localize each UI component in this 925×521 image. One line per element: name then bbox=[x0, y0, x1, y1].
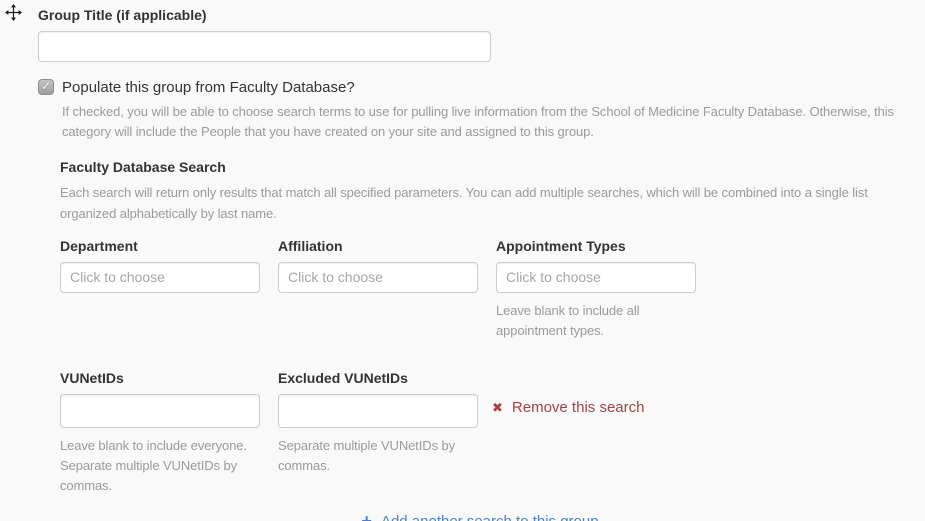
appointment-types-label: Appointment Types bbox=[496, 238, 696, 255]
add-search-link[interactable]: + Add another search to this group bbox=[361, 513, 598, 521]
affiliation-label: Affiliation bbox=[278, 238, 478, 255]
search-params-row: Department Affiliation Appointment Types… bbox=[60, 238, 900, 341]
vunetids-note: Leave blank to include everyone. Separat… bbox=[60, 436, 274, 496]
faculty-search-help-text: Each search will return only results tha… bbox=[60, 183, 898, 224]
remove-search-col: ✖ Remove this search bbox=[492, 370, 644, 496]
vunetids-field-group: VUNetIDs Leave blank to include everyone… bbox=[60, 370, 260, 496]
department-label: Department bbox=[60, 238, 260, 255]
group-editor-panel: Group Title (if applicable) ✓ Populate t… bbox=[0, 0, 925, 521]
remove-search-label: Remove this search bbox=[512, 399, 645, 416]
populate-checkbox-row: ✓ Populate this group from Faculty Datab… bbox=[38, 79, 900, 96]
faculty-search-heading: Faculty Database Search bbox=[60, 158, 900, 176]
check-icon: ✓ bbox=[41, 82, 50, 93]
affiliation-input[interactable] bbox=[278, 262, 478, 293]
populate-checkbox-label[interactable]: Populate this group from Faculty Databas… bbox=[62, 79, 355, 96]
excluded-vunetids-label: Excluded VUNetIDs bbox=[278, 370, 478, 387]
excluded-vunetids-input[interactable] bbox=[278, 394, 478, 428]
add-search-row: + Add another search to this group bbox=[60, 513, 900, 521]
appointment-types-note: Leave blank to include all appointment t… bbox=[496, 301, 682, 341]
faculty-database-search-section: Faculty Database Search Each search will… bbox=[60, 158, 900, 521]
vunetids-label: VUNetIDs bbox=[60, 370, 260, 387]
excluded-vunetids-note: Separate multiple VUNetIDs by commas. bbox=[278, 436, 492, 476]
vunetids-input[interactable] bbox=[60, 394, 260, 428]
move-icon bbox=[5, 4, 22, 21]
vunetids-row: VUNetIDs Leave blank to include everyone… bbox=[60, 370, 900, 496]
department-input[interactable] bbox=[60, 262, 260, 293]
appointment-types-input[interactable] bbox=[496, 262, 696, 293]
add-search-label: Add another search to this group bbox=[381, 513, 599, 521]
appointment-types-field-group: Appointment Types Leave blank to include… bbox=[496, 238, 696, 341]
plus-icon: + bbox=[361, 512, 372, 521]
populate-checkbox[interactable]: ✓ bbox=[38, 79, 54, 95]
drag-handle[interactable] bbox=[5, 4, 22, 21]
remove-x-icon: ✖ bbox=[492, 401, 503, 414]
remove-search-link[interactable]: ✖ Remove this search bbox=[492, 399, 644, 416]
group-title-label: Group Title (if applicable) bbox=[38, 7, 900, 24]
department-field-group: Department bbox=[60, 238, 260, 341]
populate-help-text: If checked, you will be able to choose s… bbox=[62, 102, 900, 143]
excluded-vunetids-field-group: Excluded VUNetIDs Separate multiple VUNe… bbox=[278, 370, 478, 496]
group-form: Group Title (if applicable) ✓ Populate t… bbox=[38, 7, 900, 521]
affiliation-field-group: Affiliation bbox=[278, 238, 478, 341]
group-title-input[interactable] bbox=[38, 31, 491, 62]
